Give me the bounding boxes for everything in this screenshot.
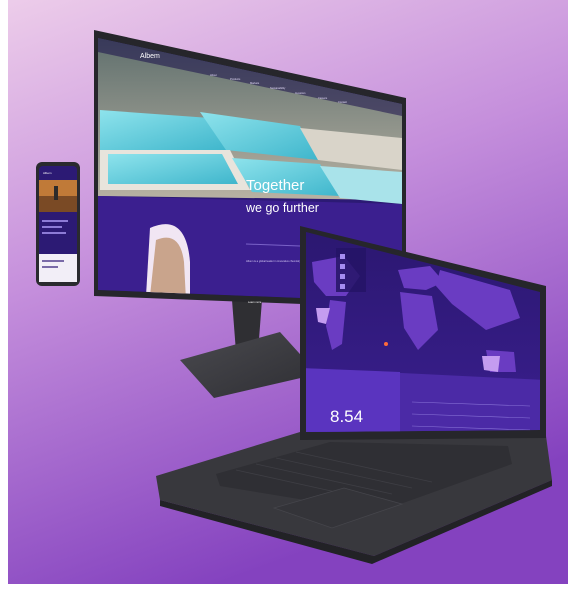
- phone-text-line: [42, 266, 58, 268]
- nav-item[interactable]: Careers: [318, 96, 328, 100]
- legend-icon: [340, 254, 345, 259]
- nav-item[interactable]: Markets: [250, 81, 260, 85]
- region-highlight[interactable]: [482, 356, 500, 372]
- legend-icon: [340, 284, 345, 289]
- nav-item[interactable]: Sustainability: [270, 86, 286, 90]
- legend-icon: [340, 274, 345, 279]
- hero-line-2: we go further: [245, 201, 319, 215]
- stats-feature: [306, 368, 400, 432]
- site-logo[interactable]: Albem: [140, 53, 160, 60]
- phone-hero-figure: [54, 186, 58, 200]
- product-mockup-scene: Albem About Products Markets Sustainabil…: [0, 0, 568, 592]
- nav-item[interactable]: Investors: [295, 91, 306, 95]
- hero-line-1: Together: [246, 177, 304, 194]
- left-margin: [0, 0, 8, 592]
- legend-icon: [340, 264, 345, 269]
- phone-title: Albem: [43, 171, 52, 175]
- nav-item[interactable]: Products: [230, 77, 241, 81]
- nav-item[interactable]: Contact: [338, 100, 347, 104]
- nav-item[interactable]: About: [210, 73, 217, 77]
- phone-text-line: [42, 232, 66, 234]
- mobile-phone: [36, 162, 80, 286]
- map-marker[interactable]: [384, 342, 388, 346]
- bottom-margin: [0, 584, 568, 592]
- mockup-illustration: Albem About Products Markets Sustainabil…: [0, 0, 568, 592]
- stat-value: 8.54: [330, 407, 363, 426]
- phone-text-line: [42, 220, 68, 222]
- pool-3: [108, 154, 238, 184]
- phone-text-line: [42, 226, 62, 228]
- phone-text-line: [42, 260, 64, 262]
- cta-link[interactable]: Learn more: [248, 300, 262, 304]
